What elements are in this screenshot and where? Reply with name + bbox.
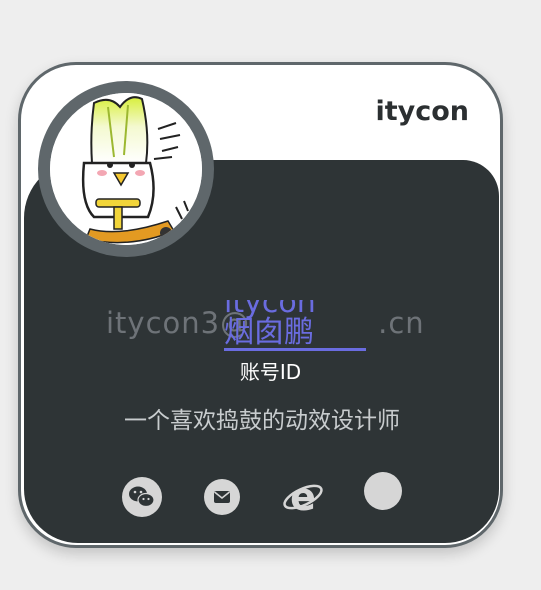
wechat-icon[interactable] [122, 477, 162, 517]
account-id-label: 账号ID [239, 360, 302, 384]
link-line-2: 烟囱鹏 [224, 315, 314, 350]
username: itycon [375, 96, 469, 127]
svg-text:e: e [290, 476, 316, 516]
avatar[interactable] [50, 93, 202, 245]
mail-icon[interactable] [204, 479, 240, 515]
email-row: itycon3@ .cn itycon 烟囱鹏 [106, 300, 426, 352]
ie-browser-icon[interactable]: e [282, 475, 324, 519]
bio-text: 一个喜欢捣鼓的动效设计师 [124, 408, 400, 434]
placeholder-circle-icon[interactable] [364, 472, 402, 510]
avatar-ring [38, 81, 214, 257]
profile-link[interactable]: itycon 烟囱鹏 [224, 300, 366, 351]
cartoon-mascot-icon [50, 93, 202, 245]
